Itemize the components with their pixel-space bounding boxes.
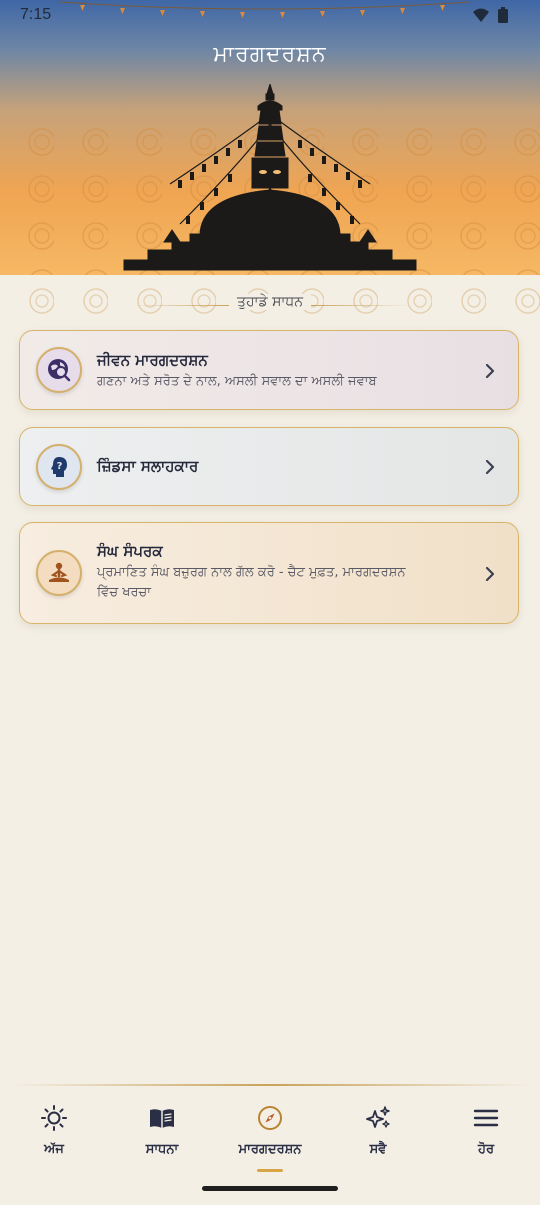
nav-label: ਹੋਰ: [477, 1142, 495, 1157]
battery-icon: [498, 7, 508, 23]
sangha-contact-card[interactable]: ਸੰਘ ਸੰਪਰਕ ਪ੍ਰਮਾਣਿਤ ਸੰਘ ਬਜ਼ੁਰਗ ਨਾਲ ਗੱਲ ਕਰ…: [19, 522, 519, 624]
status-time: 7:15: [20, 6, 52, 23]
nav-item-sadhana[interactable]: ਸਾਧਨਾ: [108, 1086, 216, 1174]
head-question-icon: ?: [51, 457, 67, 477]
prayer-flag-bunting: [60, 1, 470, 18]
stupa-illustration: [123, 84, 417, 271]
nav-active-indicator: [257, 1169, 283, 1172]
nav-item-guidance[interactable]: ਮਾਰਗਦਰਸ਼ਨ: [216, 1086, 324, 1174]
book-icon: [150, 1109, 174, 1128]
card-title: ਸੰਘ ਸੰਪਰਕ: [97, 542, 163, 560]
card-subtitle: ਗਣਨਾ ਅਤੇ ਸਰੋਤ ਦੇ ਨਾਲ, ਅਸਲੀ ਸਵਾਲ ਦਾ ਅਸਲੀ …: [97, 374, 377, 389]
menu-icon: [473, 1109, 499, 1127]
nav-item-today[interactable]: ਅੱਜ: [0, 1086, 108, 1174]
svg-text:?: ?: [57, 461, 63, 472]
card-icon-badge: [36, 347, 82, 393]
chevron-right-icon: [485, 566, 495, 582]
wifi-icon: [473, 8, 489, 22]
card-subtitle: ਪ੍ਰਮਾਣਿਤ ਸੰਘ ਬਜ਼ੁਰਗ ਨਾਲ ਗੱਲ ਕਰੋ - ਚੈਟ ਮੁ…: [97, 565, 406, 600]
nav-item-self[interactable]: ਸਵੈ: [324, 1086, 432, 1174]
nav-item-more[interactable]: ਹੋਰ: [432, 1086, 540, 1174]
compass-icon: [258, 1106, 282, 1130]
bottom-navigation: ਅੱਜ ਸਾਧਨਾ ਮਾਰਗਦਰਸ਼ਨ ਸਵੈ ਹੋਰ: [0, 1086, 540, 1174]
hero-banner: ਮਾਰਗਦਰਸ਼ਨ: [0, 0, 540, 275]
page-title: ਮਾਰਗਦਰਸ਼ਨ: [213, 42, 327, 67]
meditation-icon: [49, 562, 69, 582]
globe-search-icon: [48, 359, 71, 382]
zindsa-advisor-card[interactable]: ? ਜ਼ਿੰਡਸਾ ਸਲਾਹਕਾਰ: [19, 427, 519, 506]
section-heading: ਤੁਹਾਡੇ ਸਾਧਨ: [0, 294, 540, 310]
life-guidance-card[interactable]: ਜੀਵਨ ਮਾਰਗਦਰਸ਼ਨ ਗਣਨਾ ਅਤੇ ਸਰੋਤ ਦੇ ਨਾਲ, ਅਸਲ…: [19, 330, 519, 410]
nav-label: ਸਵੈ: [369, 1142, 387, 1157]
card-title: ਜੀਵਨ ਮਾਰਗਦਰਸ਼ਨ: [97, 351, 208, 369]
card-title: ਜ਼ਿੰਡਸਾ ਸਲਾਹਕਾਰ: [97, 457, 199, 475]
nav-label: ਅੱਜ: [44, 1142, 64, 1157]
sparkles-icon: [366, 1106, 390, 1128]
nav-label: ਮਾਰਗਦਰਸ਼ਨ: [238, 1142, 302, 1157]
nav-label: ਸਾਧਨਾ: [145, 1142, 179, 1157]
chevron-right-icon: [485, 363, 495, 379]
card-icon-badge: ?: [36, 444, 82, 490]
sun-icon: [41, 1105, 67, 1131]
chevron-right-icon: [485, 459, 495, 475]
status-bar: 7:15: [0, 0, 540, 30]
card-icon-badge: [36, 550, 82, 596]
home-indicator[interactable]: [202, 1186, 338, 1191]
